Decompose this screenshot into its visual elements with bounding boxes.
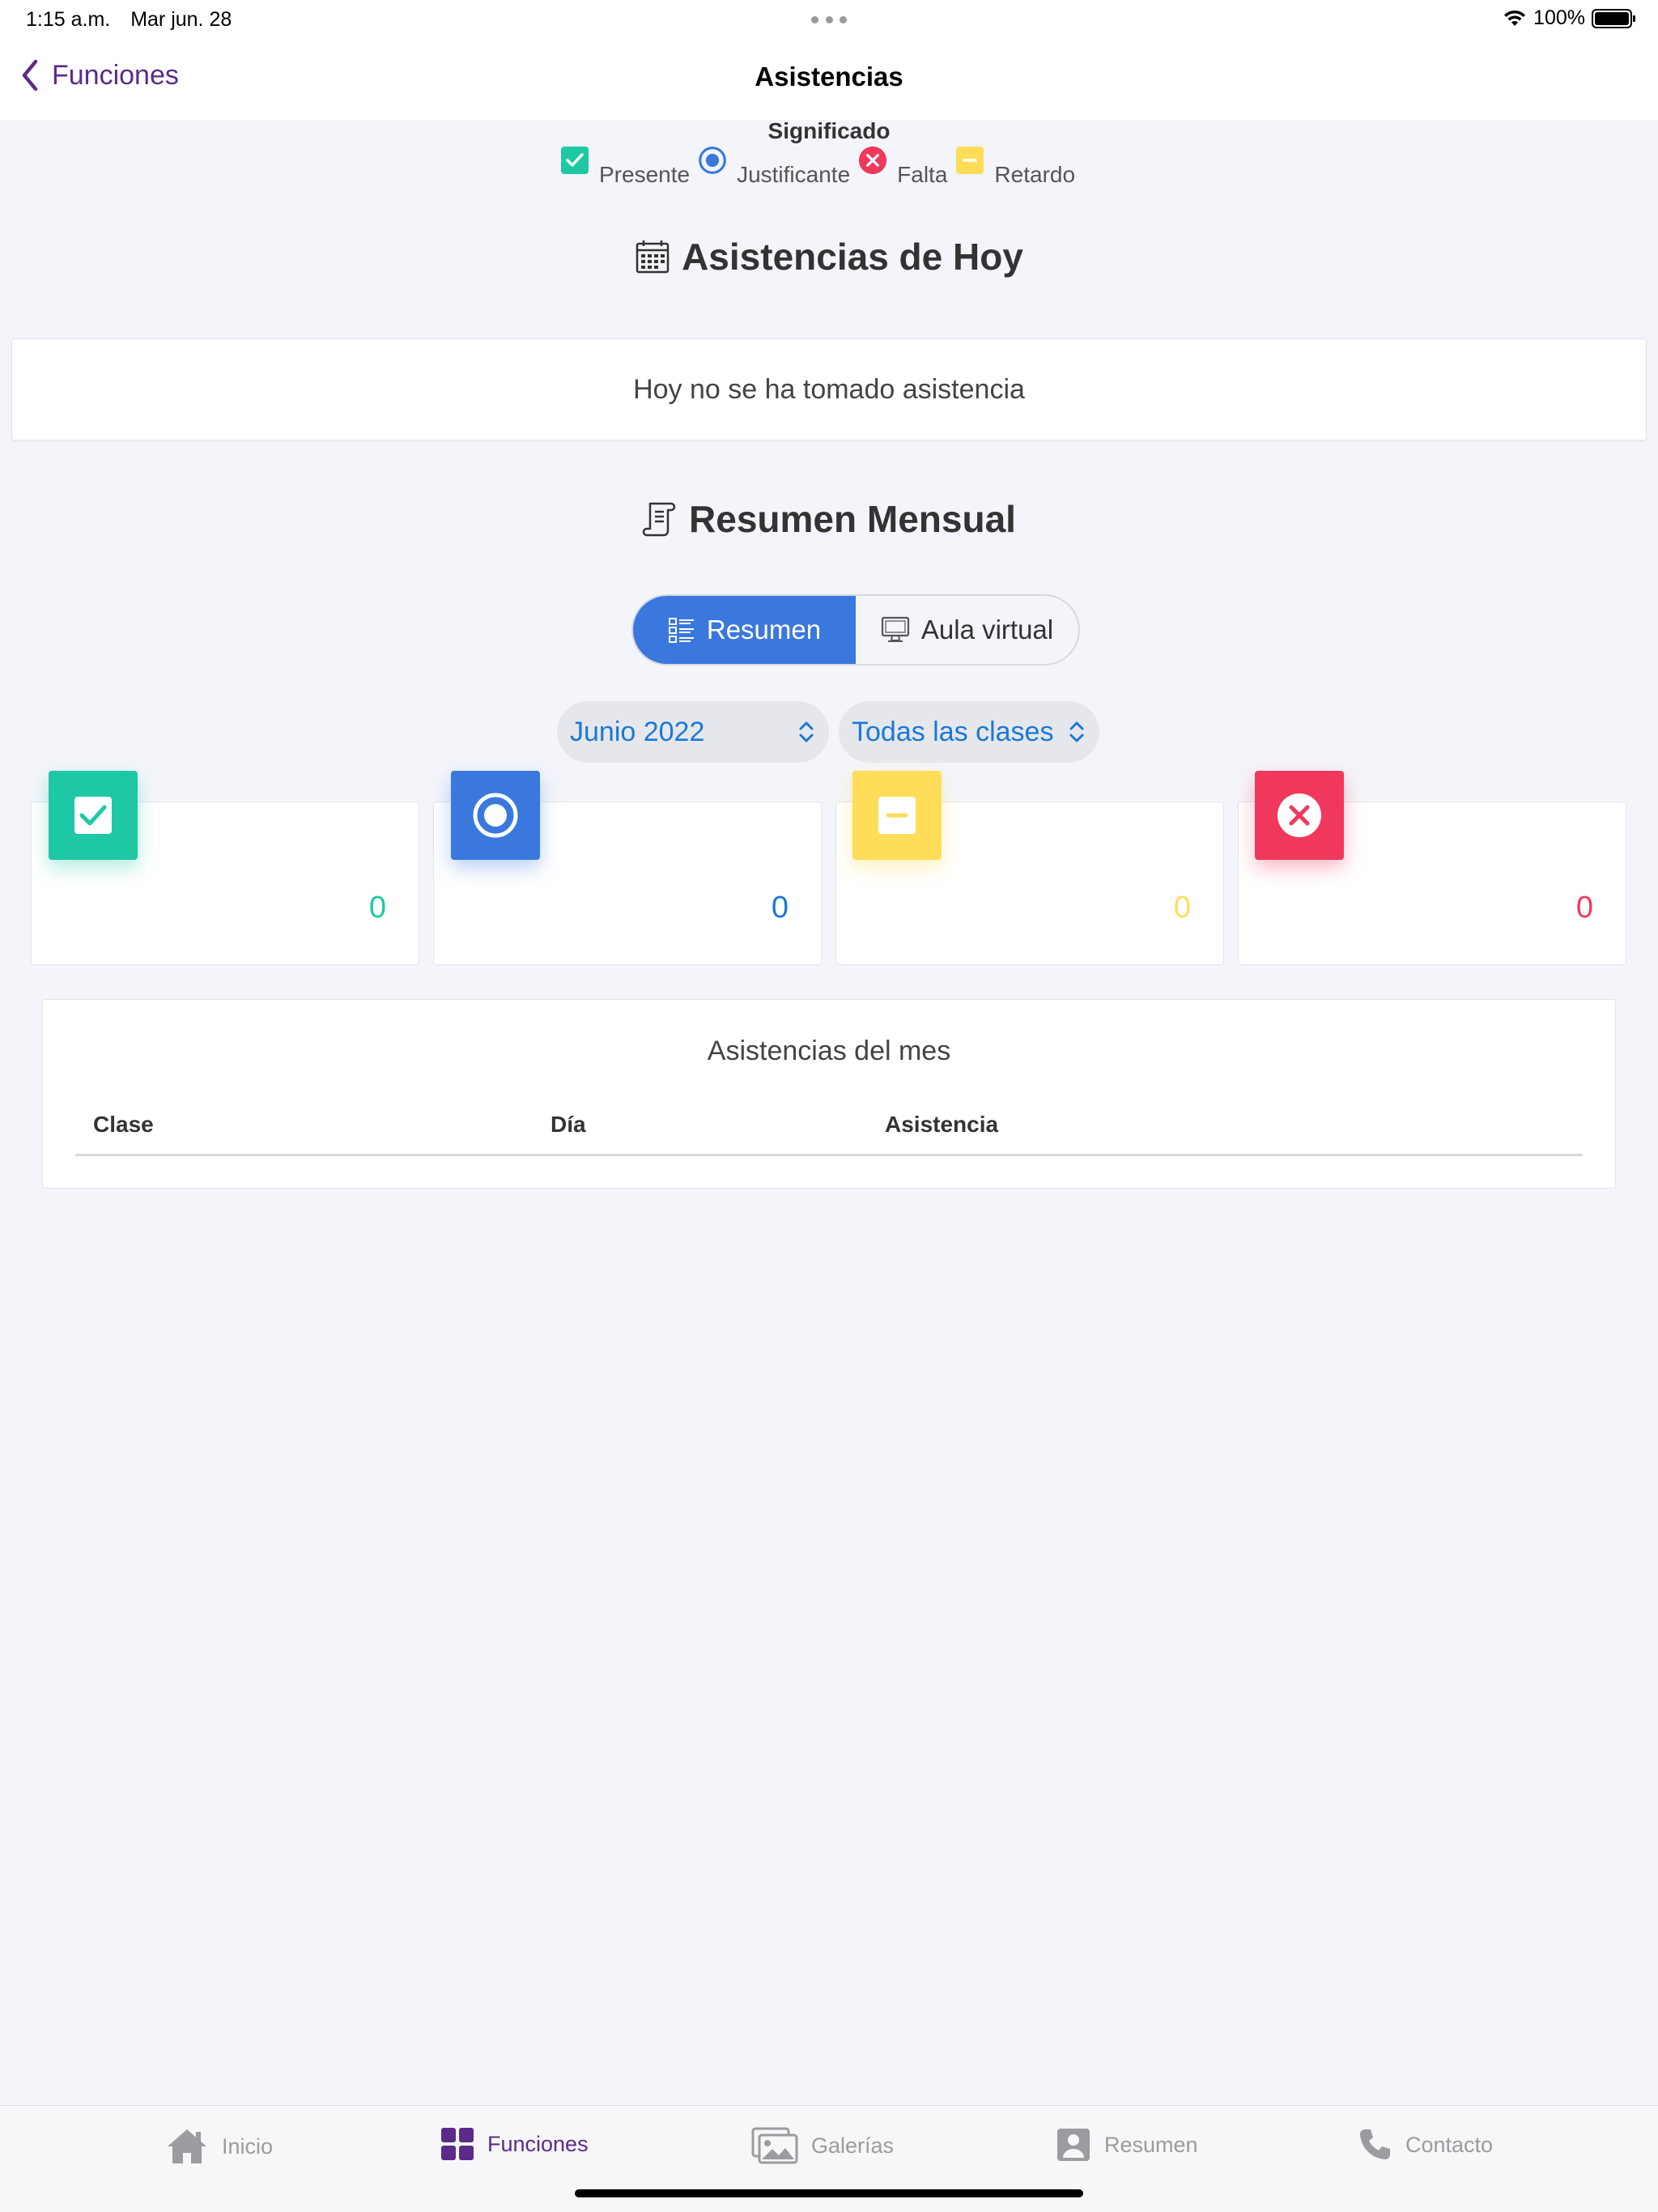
today-card: Hoy no se ha tomado asistencia — [11, 338, 1647, 440]
legend-item-falta: Falta — [858, 146, 947, 188]
page-title: Asistencias — [755, 62, 903, 91]
tab-funciones[interactable]: Funciones — [440, 2127, 589, 2161]
tab-label: Funciones — [487, 2131, 589, 2156]
stat-value-justificante: 0 — [771, 891, 789, 925]
x-circle-icon — [858, 146, 887, 175]
column-header-clase: Clase — [93, 1112, 154, 1137]
radio-dot-icon — [698, 146, 727, 175]
chevron-up-down-icon — [1069, 721, 1084, 742]
column-header-dia: Día — [551, 1112, 586, 1137]
status-right: 100% — [1503, 6, 1635, 30]
legend-label: Falta — [897, 162, 948, 187]
today-section-title: Asistencias de Hoy — [0, 235, 1658, 279]
month-select[interactable]: Junio 2022 — [557, 701, 829, 763]
tab-galerias[interactable]: Galerías — [751, 2127, 894, 2164]
legend: Presente Justificante Falta Retardo — [560, 146, 1083, 188]
status-time-date: 1:15 a.m. Mar jun. 28 — [26, 8, 246, 32]
legend-label: Retardo — [994, 162, 1076, 187]
monthly-title: Resumen Mensual — [689, 498, 1016, 540]
phone-icon — [1360, 2129, 1390, 2159]
legend-item-retardo: Retardo — [955, 146, 1075, 188]
legend-title: Significado — [767, 118, 891, 143]
segment-label: Resumen — [706, 615, 822, 644]
class-select-value: Todas las clases — [852, 716, 1054, 747]
stat-value-presente: 0 — [368, 891, 386, 925]
tab-label: Galerías — [811, 2133, 895, 2158]
images-icon — [751, 2127, 798, 2164]
calendar-icon — [636, 240, 670, 274]
tab-label: Contacto — [1405, 2132, 1494, 2157]
legend-label: Presente — [599, 162, 691, 187]
tab-contacto[interactable]: Contacto — [1357, 2127, 1493, 2163]
navigation-bar: Funciones Asistencias — [0, 39, 1658, 120]
segment-label: Aula virtual — [920, 615, 1054, 644]
grid-icon — [441, 2128, 474, 2160]
wifi-icon — [1504, 10, 1526, 26]
monthly-section-title: Resumen Mensual — [0, 497, 1658, 541]
tab-label: Resumen — [1104, 2132, 1198, 2157]
minus-square-icon — [852, 771, 942, 860]
battery-percent: 100% — [1533, 6, 1585, 29]
today-empty-message: Hoy no se ha tomado asistencia — [633, 373, 1025, 405]
home-icon — [168, 2129, 206, 2163]
month-select-value: Junio 2022 — [570, 716, 705, 747]
home-indicator — [575, 2189, 1083, 2197]
checklist-icon — [668, 618, 694, 643]
battery-icon — [1592, 8, 1635, 28]
view-segmented-control: Resumen Aula virtual — [631, 594, 1080, 666]
tab-inicio[interactable]: Inicio — [165, 2127, 273, 2166]
segment-resumen[interactable]: Resumen — [633, 596, 856, 664]
computer-icon — [881, 616, 909, 642]
monthly-attendance-table: Asistencias del mes Clase Día Asistencia — [42, 999, 1616, 1189]
profile-icon — [1057, 2129, 1090, 2161]
legend-label: Justificante — [737, 162, 851, 187]
status-date: Mar jun. 28 — [130, 8, 232, 31]
segment-aula-virtual[interactable]: Aula virtual — [856, 596, 1078, 664]
radio-dot-icon — [451, 771, 540, 860]
check-square-icon — [560, 146, 589, 175]
minus-square-icon — [955, 146, 984, 175]
tab-resumen[interactable]: Resumen — [1056, 2127, 1198, 2163]
table-header-divider — [75, 1154, 1583, 1156]
column-header-asistencia: Asistencia — [885, 1112, 999, 1137]
legend-item-justificante: Justificante — [698, 146, 850, 188]
status-bar: 1:15 a.m. Mar jun. 28 100% — [0, 0, 1658, 39]
check-square-icon — [49, 771, 138, 860]
class-select[interactable]: Todas las clases — [839, 701, 1099, 763]
stat-value-retardo: 0 — [1173, 891, 1191, 925]
tab-label: Inicio — [222, 2133, 274, 2159]
stat-value-falta: 0 — [1575, 891, 1593, 925]
scroll-icon — [642, 502, 676, 537]
table-title: Asistencias del mes — [707, 1036, 951, 1066]
x-circle-icon — [1255, 771, 1344, 860]
status-time: 1:15 a.m. — [26, 8, 111, 31]
multitasking-dots[interactable] — [811, 16, 847, 24]
today-title: Asistencias de Hoy — [682, 236, 1023, 278]
chevron-up-down-icon — [799, 721, 814, 742]
legend-item-presente: Presente — [560, 146, 690, 188]
